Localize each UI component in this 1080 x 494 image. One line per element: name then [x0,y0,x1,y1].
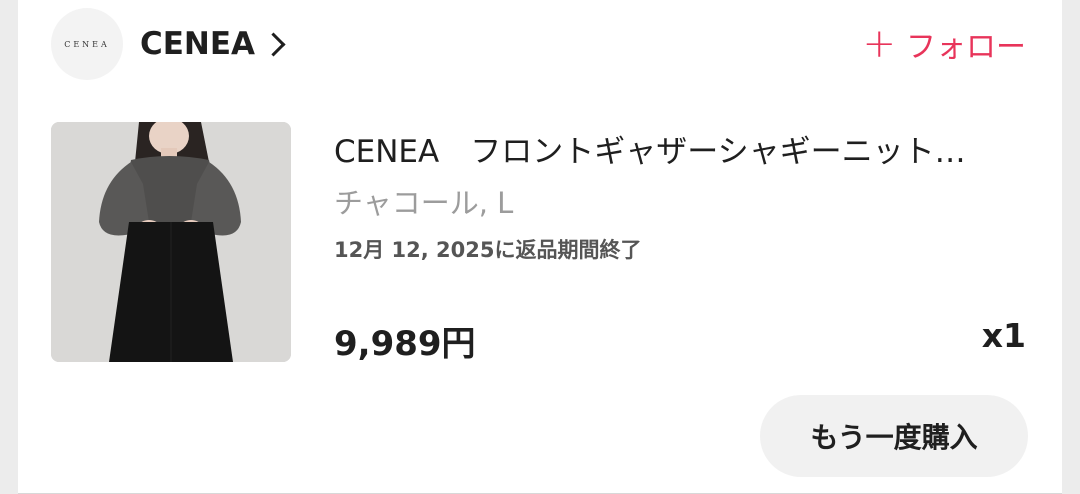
product-quantity: x1 [981,316,1026,355]
product-image[interactable] [51,122,291,362]
order-item-card: CENEA CENEA + フォロー CENEA フロントギャザーシャギーニット… [18,0,1062,494]
product-photo-icon [51,122,291,362]
follow-label: フォロー [906,30,1026,65]
shop-logo-text: CENEA [64,39,110,49]
product-variant: チャコール, L [334,186,514,220]
product-price: 9,989円 [334,324,476,364]
shop-avatar[interactable]: CENEA [51,8,123,80]
return-deadline: 12月 12, 2025に返品期間終了 [334,238,642,262]
shop-name-link[interactable]: CENEA [140,22,286,66]
shop-name: CENEA [140,26,256,62]
buy-again-button[interactable]: もう一度購入 [760,395,1028,477]
plus-icon: + [862,21,896,67]
product-title[interactable]: CENEA フロントギャザーシャギーニット… [334,126,1034,171]
chevron-right-icon [261,31,286,57]
follow-button[interactable]: + フォロー [862,21,1026,67]
